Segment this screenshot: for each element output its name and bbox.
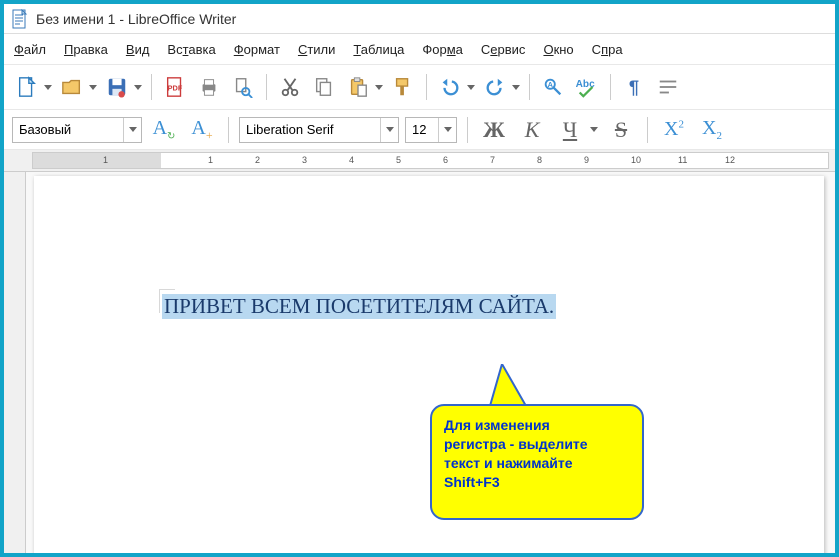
workspace: ПРИВЕТ ВСЕМ ПОСЕТИТЕЛЯМ САЙТА. Для измен… xyxy=(4,172,835,553)
paragraph-style-dropdown[interactable] xyxy=(123,118,141,142)
separator xyxy=(647,117,648,143)
menu-bar: Файл Правка Вид Вставка Формат Стили Таб… xyxy=(4,34,835,64)
menu-edit[interactable]: Правка xyxy=(64,42,108,57)
menu-table[interactable]: Таблица xyxy=(353,42,404,57)
paste-button[interactable] xyxy=(343,72,373,102)
undo-button[interactable] xyxy=(435,72,465,102)
font-name-combo[interactable] xyxy=(239,117,399,143)
font-name-input[interactable] xyxy=(240,118,380,142)
callout-line: регистра - выделите xyxy=(444,435,630,454)
font-name-dropdown[interactable] xyxy=(380,118,398,142)
paragraph-style-combo[interactable] xyxy=(12,117,142,143)
margin-guide xyxy=(159,289,160,313)
separator xyxy=(467,117,468,143)
menu-form[interactable]: Форма xyxy=(422,42,463,57)
callout-box: Для изменения регистра - выделите текст … xyxy=(430,404,644,520)
svg-text:A: A xyxy=(548,80,554,89)
main-toolbar: PDF A Abc ¶ xyxy=(4,64,835,110)
separator xyxy=(151,74,152,100)
window-title: Без имени 1 - LibreOffice Writer xyxy=(36,11,236,27)
new-document-button[interactable] xyxy=(12,72,42,102)
page-viewport[interactable]: ПРИВЕТ ВСЕМ ПОСЕТИТЕЛЯМ САЙТА. Для измен… xyxy=(26,172,835,553)
superscript-button[interactable]: X2 xyxy=(658,115,690,145)
bold-button[interactable]: Ж xyxy=(478,115,510,145)
print-preview-button[interactable] xyxy=(228,72,258,102)
save-dropdown[interactable] xyxy=(133,72,143,102)
subscript-button[interactable]: X2 xyxy=(696,115,728,145)
open-button[interactable] xyxy=(57,72,87,102)
formatting-toolbar: A↻ A+ Ж К Ч S X2 X2 xyxy=(4,110,835,150)
copy-button[interactable] xyxy=(309,72,339,102)
separator xyxy=(426,74,427,100)
new-document-dropdown[interactable] xyxy=(43,72,53,102)
redo-dropdown[interactable] xyxy=(511,72,521,102)
separator xyxy=(529,74,530,100)
menu-format[interactable]: Формат xyxy=(234,42,280,57)
svg-text:PDF: PDF xyxy=(168,84,183,93)
selected-text[interactable]: ПРИВЕТ ВСЕМ ПОСЕТИТЕЛЯМ САЙТА. xyxy=(162,294,556,319)
callout-line: текст и нажимайте xyxy=(444,454,630,473)
ruler-area: 1 1 2 3 4 5 6 7 8 9 10 11 12 xyxy=(4,150,835,172)
callout-annotation: Для изменения регистра - выделите текст … xyxy=(430,372,660,532)
underline-button[interactable]: Ч xyxy=(554,115,586,145)
font-size-combo[interactable] xyxy=(405,117,457,143)
callout-line: Shift+F3 xyxy=(444,473,630,492)
menu-file[interactable]: Файл xyxy=(14,42,46,57)
redo-button[interactable] xyxy=(480,72,510,102)
svg-text:¶: ¶ xyxy=(629,76,639,97)
horizontal-ruler[interactable]: 1 1 2 3 4 5 6 7 8 9 10 11 12 xyxy=(32,152,829,169)
find-replace-button[interactable]: A xyxy=(538,72,568,102)
callout-line: Для изменения xyxy=(444,416,630,435)
menu-tools[interactable]: Сервис xyxy=(481,42,526,57)
font-size-input[interactable] xyxy=(406,118,438,142)
menu-help[interactable]: Спра xyxy=(592,42,623,57)
menu-insert[interactable]: Вставка xyxy=(167,42,215,57)
underline-dropdown[interactable] xyxy=(589,115,599,145)
menu-styles[interactable]: Стили xyxy=(298,42,335,57)
document-icon xyxy=(12,9,28,29)
save-button[interactable] xyxy=(102,72,132,102)
italic-button[interactable]: К xyxy=(516,115,548,145)
new-style-button[interactable]: A+ xyxy=(186,115,218,145)
formatting-marks-button[interactable]: ¶ xyxy=(619,72,649,102)
separator xyxy=(610,74,611,100)
undo-dropdown[interactable] xyxy=(466,72,476,102)
menu-view[interactable]: Вид xyxy=(126,42,150,57)
clone-formatting-button[interactable] xyxy=(388,72,418,102)
document-page[interactable]: ПРИВЕТ ВСЕМ ПОСЕТИТЕЛЯМ САЙТА. Для измен… xyxy=(34,176,824,553)
ruler-corner xyxy=(4,150,26,171)
paragraph-style-input[interactable] xyxy=(13,118,123,142)
menu-window[interactable]: Окно xyxy=(543,42,573,57)
margin-guide xyxy=(159,289,175,290)
spellcheck-button[interactable]: Abc xyxy=(572,72,602,102)
font-size-dropdown[interactable] xyxy=(438,118,456,142)
cut-button[interactable] xyxy=(275,72,305,102)
separator xyxy=(228,117,229,143)
print-button[interactable] xyxy=(194,72,224,102)
strikethrough-button[interactable]: S xyxy=(605,115,637,145)
separator xyxy=(266,74,267,100)
open-dropdown[interactable] xyxy=(88,72,98,102)
export-pdf-button[interactable]: PDF xyxy=(160,72,190,102)
update-style-button[interactable]: A↻ xyxy=(148,115,180,145)
vertical-ruler[interactable] xyxy=(4,172,26,553)
paste-dropdown[interactable] xyxy=(374,72,384,102)
title-bar: Без имени 1 - LibreOffice Writer xyxy=(4,4,835,34)
more-toolbar-button[interactable] xyxy=(653,72,683,102)
